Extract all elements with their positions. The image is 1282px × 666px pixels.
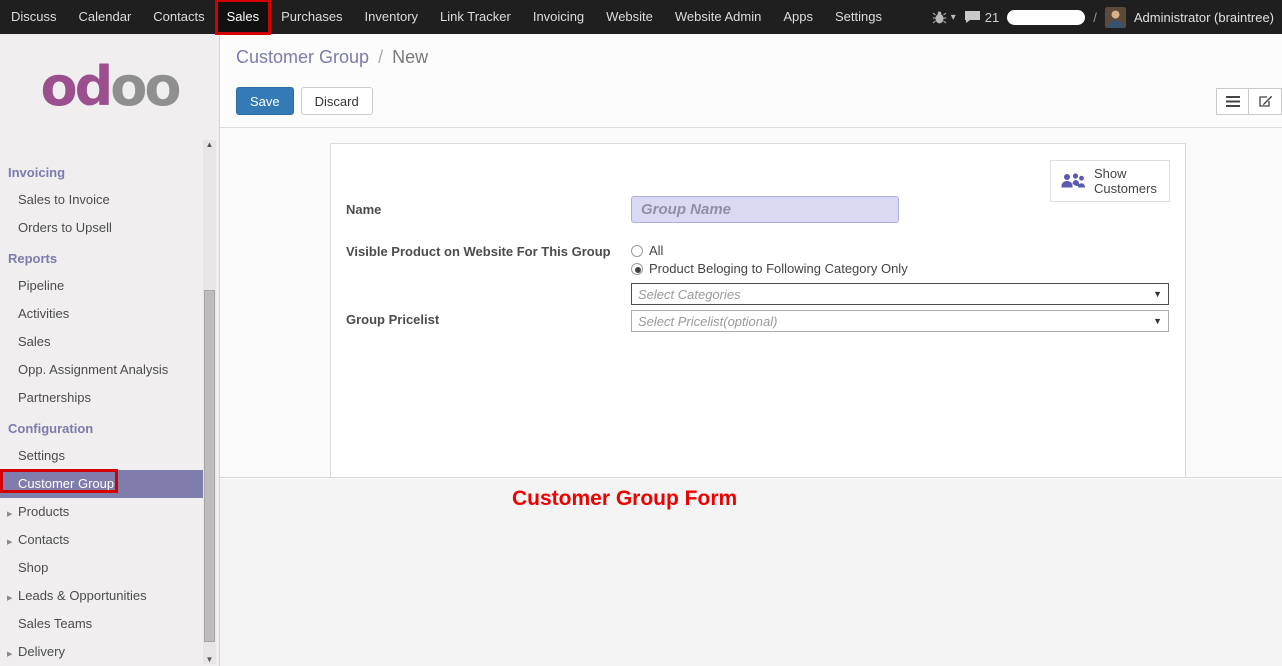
topbar-right: ▾ 21 / Administrator (braintree): [932, 7, 1282, 28]
top-menu-list: Discuss Calendar Contacts Sales Purchase…: [0, 0, 893, 34]
sidebar-item-label: Products: [18, 504, 69, 519]
pricelist-placeholder: Select Pricelist(optional): [638, 314, 1147, 329]
show-customers-label: Show Customers: [1094, 166, 1160, 196]
chevron-down-icon: ▼: [1153, 289, 1162, 299]
group-pricelist-label: Group Pricelist: [346, 312, 439, 327]
bug-icon[interactable]: [932, 11, 947, 24]
form-sheet: Show Customers Name Visible Product on W…: [330, 143, 1186, 477]
name-label: Name: [346, 202, 381, 217]
pricelist-select[interactable]: Select Pricelist(optional) ▼: [631, 310, 1169, 332]
section-invoicing: Invoicing: [0, 156, 204, 186]
sidebar-item-sales[interactable]: Sales: [0, 328, 204, 356]
scroll-up-icon[interactable]: ▲: [203, 140, 216, 149]
breadcrumb-new: New: [392, 47, 428, 67]
action-buttons: Save Discard: [236, 87, 373, 115]
categories-placeholder: Select Categories: [638, 287, 1147, 302]
expand-arrow-icon: ▶: [7, 591, 12, 606]
radio-circle-checked: [631, 263, 643, 275]
menu-inventory[interactable]: Inventory: [354, 0, 429, 34]
menu-apps[interactable]: Apps: [772, 0, 824, 34]
visibility-label: Visible Product on Website For This Grou…: [346, 244, 611, 259]
radio-circle: [631, 245, 643, 257]
menu-website-admin[interactable]: Website Admin: [664, 0, 772, 34]
scrollbar-thumb[interactable]: [204, 290, 215, 642]
categories-select[interactable]: Select Categories ▼: [631, 283, 1169, 305]
sidebar-item-leads-opportunities[interactable]: ▶ Leads & Opportunities: [0, 582, 204, 610]
menu-website[interactable]: Website: [595, 0, 664, 34]
avatar[interactable]: [1105, 7, 1126, 28]
menu-calendar[interactable]: Calendar: [68, 0, 143, 34]
sidebar-item-label: Leads & Opportunities: [18, 588, 147, 603]
section-reports: Reports: [0, 242, 204, 272]
annotation-caption: Customer Group Form: [512, 487, 737, 511]
edit-form-icon: [1258, 95, 1273, 108]
sidebar-item-partnerships[interactable]: Partnerships: [0, 384, 204, 412]
top-menubar: Discuss Calendar Contacts Sales Purchase…: [0, 0, 1282, 34]
sidebar-item-settings[interactable]: Settings: [0, 442, 204, 470]
scroll-down-icon[interactable]: ▼: [203, 655, 216, 664]
sidebar-item-label: Contacts: [18, 532, 69, 547]
menu-sales[interactable]: Sales: [216, 0, 271, 34]
sidebar-item-pipeline[interactable]: Pipeline: [0, 272, 204, 300]
caption-area: Customer Group Form: [220, 479, 1282, 666]
menu-purchases[interactable]: Purchases: [270, 0, 353, 34]
radio-all-label: All: [649, 243, 663, 258]
pill-indicator[interactable]: [1007, 10, 1085, 25]
chevron-down-icon: ▼: [1153, 316, 1162, 326]
sidebar-item-delivery[interactable]: ▶ Delivery: [0, 638, 204, 666]
sidebar-item-customer-group[interactable]: Customer Group: [0, 470, 204, 498]
menu-invoicing[interactable]: Invoicing: [522, 0, 595, 34]
user-menu[interactable]: Administrator (braintree): [1134, 10, 1274, 25]
menu-settings[interactable]: Settings: [824, 0, 893, 34]
sidebar: odoo Invoicing Sales to Invoice Orders t…: [0, 34, 220, 666]
list-icon: [1226, 96, 1240, 107]
messages-button[interactable]: 21: [964, 10, 999, 25]
sidebar-menu: Invoicing Sales to Invoice Orders to Ups…: [0, 140, 204, 666]
radio-category-label: Product Beloging to Following Category O…: [649, 261, 908, 276]
sidebar-item-orders-to-upsell[interactable]: Orders to Upsell: [0, 214, 204, 242]
message-count: 21: [985, 10, 999, 25]
menu-link-tracker[interactable]: Link Tracker: [429, 0, 522, 34]
chat-bubble-icon: [964, 10, 981, 24]
sidebar-item-label: Customer Group: [18, 476, 114, 491]
sidebar-item-opp-assignment-analysis[interactable]: Opp. Assignment Analysis: [0, 356, 204, 384]
radio-all[interactable]: All: [631, 243, 663, 258]
section-configuration: Configuration: [0, 412, 204, 442]
list-view-button[interactable]: [1216, 88, 1249, 115]
sidebar-item-products[interactable]: ▶ Products: [0, 498, 204, 526]
save-button[interactable]: Save: [236, 87, 294, 115]
logo-text-gray: oo: [110, 55, 178, 118]
form-view: Show Customers Name Visible Product on W…: [220, 128, 1282, 478]
odoo-logo: odoo: [0, 34, 219, 138]
breadcrumb-customer-group[interactable]: Customer Group: [236, 47, 369, 67]
sidebar-item-sales-teams[interactable]: Sales Teams: [0, 610, 204, 638]
sidebar-scrollbar[interactable]: ▲ ▼: [203, 140, 216, 664]
menu-discuss[interactable]: Discuss: [0, 0, 68, 34]
sidebar-item-activities[interactable]: Activities: [0, 300, 204, 328]
sidebar-item-label: Delivery: [18, 644, 65, 659]
expand-arrow-icon: ▶: [7, 507, 12, 522]
discard-button[interactable]: Discard: [301, 87, 373, 115]
caret-down-icon[interactable]: ▾: [951, 12, 956, 23]
main-content: Customer Group / New Save Discard: [220, 34, 1282, 666]
customers-group-icon: [1060, 172, 1086, 190]
expand-arrow-icon: ▶: [7, 535, 12, 550]
control-header: Customer Group / New Save Discard: [220, 34, 1282, 128]
view-switcher: [1216, 88, 1282, 115]
form-view-button[interactable]: [1249, 88, 1282, 115]
user-separator: /: [1093, 10, 1097, 25]
sidebar-item-contacts[interactable]: ▶ Contacts: [0, 526, 204, 554]
logo-text-purple: od: [41, 55, 111, 118]
breadcrumb: Customer Group / New: [236, 47, 428, 68]
menu-contacts[interactable]: Contacts: [142, 0, 215, 34]
radio-category-only[interactable]: Product Beloging to Following Category O…: [631, 261, 908, 276]
sidebar-item-sales-to-invoice[interactable]: Sales to Invoice: [0, 186, 204, 214]
breadcrumb-separator: /: [374, 47, 387, 67]
group-name-input[interactable]: [631, 196, 899, 223]
sidebar-item-shop[interactable]: Shop: [0, 554, 204, 582]
expand-arrow-icon: ▶: [7, 647, 12, 662]
show-customers-button[interactable]: Show Customers: [1050, 160, 1170, 202]
